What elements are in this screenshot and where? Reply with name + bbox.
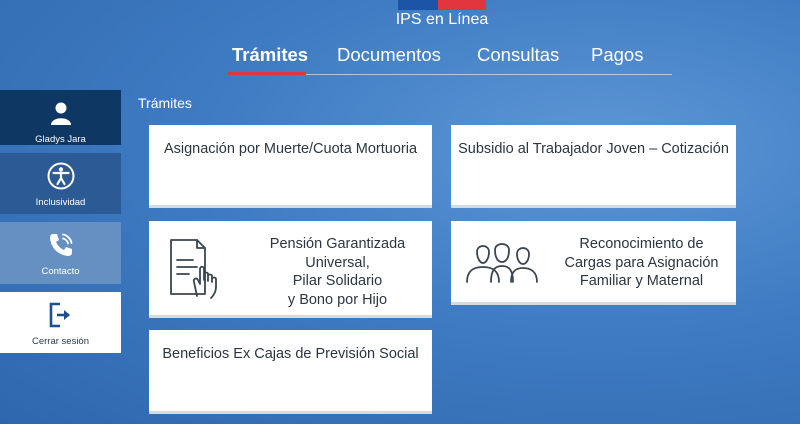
card-title: Beneficios Ex Cajas de Previsión Social bbox=[162, 346, 419, 362]
sidebar-item-label: Contacto bbox=[41, 266, 80, 277]
tab-consultas[interactable]: Consultas bbox=[477, 44, 559, 66]
card-title-line: Familiar y Maternal bbox=[579, 273, 704, 289]
card-title: Reconocimiento de Cargas para Asignación… bbox=[559, 235, 724, 291]
sidebar-item-label: Cerrar sesión bbox=[31, 336, 90, 347]
tramite-card-reconocimiento-cargas[interactable]: Reconocimiento de Cargas para Asignación… bbox=[451, 221, 736, 305]
tramite-card-pension-garantizada[interactable]: Pensión Garantizada Universal, Pilar Sol… bbox=[149, 221, 432, 318]
tramite-card-cuota-mortuoria[interactable]: Asignación por Muerte/Cuota Mortuoria bbox=[149, 125, 432, 208]
card-title-line: Pilar Solidario bbox=[292, 273, 383, 289]
phone-icon bbox=[47, 230, 75, 260]
card-title-line: Reconocimiento de bbox=[579, 236, 704, 252]
sidebar-item-cerrar-sesion[interactable]: Cerrar sesión bbox=[0, 292, 121, 353]
tab-tramites[interactable]: Trámites bbox=[232, 44, 308, 66]
tab-pagos[interactable]: Pagos bbox=[591, 44, 643, 66]
user-icon bbox=[49, 98, 73, 128]
card-title: Pensión Garantizada Universal, Pilar Sol… bbox=[257, 235, 418, 309]
flag-blue-segment bbox=[398, 0, 438, 10]
card-title-line: y Bono por Hijo bbox=[287, 291, 388, 308]
card-title-line: Pensión Garantizada bbox=[269, 236, 406, 252]
section-title: Trámites bbox=[138, 95, 192, 111]
card-title: Asignación por Muerte/Cuota Mortuoria bbox=[163, 141, 418, 157]
sidebar-item-label: Gladys Jara bbox=[35, 134, 86, 145]
flag-red-segment bbox=[438, 0, 486, 10]
document-hand-icon bbox=[167, 236, 227, 305]
card-title-line: Cargas para Asignación bbox=[564, 254, 719, 271]
tramite-card-subsidio-trabajador-joven[interactable]: Subsidio al Trabajador Joven – Cotizació… bbox=[451, 125, 736, 208]
main-tabs: Trámites Documentos Consultas Pagos bbox=[228, 44, 672, 75]
sidebar-item-contacto[interactable]: Contacto bbox=[0, 222, 121, 284]
card-title: Subsidio al Trabajador Joven – Cotizació… bbox=[458, 141, 729, 157]
sidebar-item-inclusividad[interactable]: Inclusividad bbox=[0, 153, 121, 214]
sidebar-item-user[interactable]: Gladys Jara bbox=[0, 90, 121, 145]
logout-icon bbox=[49, 300, 73, 330]
chile-flag-bar bbox=[398, 0, 486, 10]
accessibility-icon bbox=[46, 161, 76, 191]
family-icon bbox=[465, 238, 541, 289]
app-title: IPS en Línea bbox=[395, 11, 489, 28]
tramite-card-beneficios-ex-cajas[interactable]: Beneficios Ex Cajas de Previsión Social bbox=[149, 330, 432, 414]
tab-documentos[interactable]: Documentos bbox=[337, 44, 441, 66]
card-title-line: Universal, bbox=[305, 254, 370, 271]
sidebar-item-label: Inclusividad bbox=[35, 197, 86, 208]
active-tab-indicator bbox=[228, 72, 306, 75]
